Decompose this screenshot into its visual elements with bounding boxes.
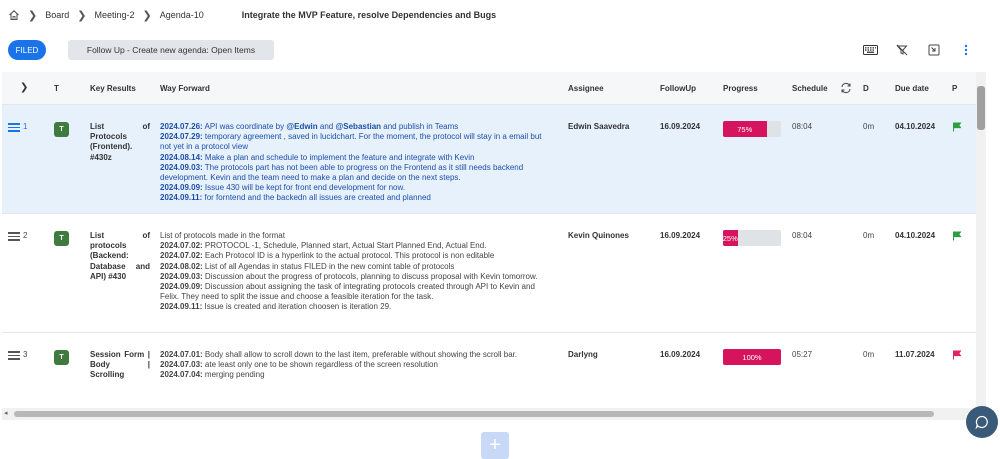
chevron-right-icon: ❯ <box>77 9 87 22</box>
expand-chevron-icon[interactable]: ❯ <box>20 82 28 93</box>
header-key-results[interactable]: Key Results <box>90 84 136 93</box>
due-date[interactable]: 04.10.2024 <box>895 122 935 131</box>
due-date[interactable]: 04.10.2024 <box>895 231 935 240</box>
schedule: 08:04 <box>792 122 813 131</box>
assignee[interactable]: Edwin Saavedra <box>568 122 629 131</box>
breadcrumb-board[interactable]: Board <box>45 10 69 20</box>
table-row[interactable]: 3 T Session Form | Body | Scrolling 2024… <box>2 333 976 408</box>
horizontal-scrollbar[interactable]: ◂ <box>2 408 976 420</box>
duration: 0m <box>863 122 875 131</box>
followup-date[interactable]: 16.09.2024 <box>660 122 700 131</box>
header-d[interactable]: D <box>863 84 869 93</box>
way-forward[interactable]: 2024.07.01: Body shall allow to scroll d… <box>160 350 554 381</box>
header-type: T <box>54 84 59 93</box>
progress-fill: 75% <box>723 121 767 137</box>
header-way-forward[interactable]: Way Forward <box>160 84 210 93</box>
breadcrumb-meeting[interactable]: Meeting-2 <box>94 10 134 20</box>
header-assignee[interactable]: Assignee <box>568 84 604 93</box>
schedule: 08:04 <box>792 231 813 240</box>
type-badge[interactable]: T <box>54 122 69 137</box>
table-row[interactable]: 1 T List of Protocols (Frontend). #430z … <box>2 105 976 214</box>
flag-icon[interactable] <box>952 231 962 241</box>
progress-fill: 25% <box>723 230 738 246</box>
filed-status-button[interactable]: FILED <box>8 40 46 60</box>
progress-bar[interactable]: 75% <box>723 121 781 137</box>
progress-bar[interactable]: 100% <box>723 349 781 365</box>
assignee[interactable]: Darlyng <box>568 350 598 359</box>
agenda-table: ❯ T Key Results Way Forward Assignee Fol… <box>2 72 976 408</box>
type-badge[interactable]: T <box>54 231 69 246</box>
home-icon[interactable] <box>8 9 20 21</box>
header-schedule[interactable]: Schedule <box>792 84 828 93</box>
chat-button[interactable] <box>966 406 998 438</box>
progress-fill: 100% <box>723 349 781 365</box>
key-result[interactable]: List of protocols (Backend: Database and… <box>90 231 150 282</box>
vertical-scroll-thumb[interactable] <box>977 86 985 130</box>
filter-off-icon[interactable] <box>894 42 910 58</box>
header-p[interactable]: P <box>952 84 957 93</box>
followup-date[interactable]: 16.09.2024 <box>660 231 700 240</box>
header-due-date[interactable]: Due date <box>895 84 929 93</box>
assignee[interactable]: Kevin Quinones <box>568 231 629 240</box>
row-number: 3 <box>23 350 28 359</box>
way-forward[interactable]: 2024.07.26: API was coordinate by @Edwin… <box>160 122 554 204</box>
duration: 0m <box>863 231 875 240</box>
schedule: 05:27 <box>792 350 813 359</box>
table-row[interactable]: 2 T List of protocols (Backend: Database… <box>2 214 976 333</box>
horizontal-scroll-thumb[interactable] <box>14 411 934 417</box>
followup-date[interactable]: 16.09.2024 <box>660 350 700 359</box>
vertical-scrollbar[interactable] <box>976 72 986 408</box>
header-progress[interactable]: Progress <box>723 84 758 93</box>
drag-handle-icon[interactable] <box>8 123 20 132</box>
exit-fullscreen-icon[interactable] <box>926 42 942 58</box>
drag-handle-icon[interactable] <box>8 351 20 360</box>
add-row-button[interactable]: + <box>481 432 509 459</box>
key-result[interactable]: Session Form | Body | Scrolling <box>90 350 150 381</box>
plus-icon: + <box>489 434 501 456</box>
refresh-icon[interactable] <box>840 82 852 96</box>
flag-icon[interactable] <box>952 122 962 132</box>
progress-bar[interactable]: 25% <box>723 230 781 246</box>
more-vertical-icon[interactable] <box>958 42 974 58</box>
header-followup[interactable]: FollowUp <box>660 84 696 93</box>
way-forward[interactable]: List of protocols made in the format 202… <box>160 231 554 313</box>
row-number: 1 <box>23 122 28 131</box>
chevron-right-icon: ❯ <box>142 9 152 22</box>
key-result[interactable]: List of Protocols (Frontend). #430z <box>90 122 150 163</box>
scroll-left-icon[interactable]: ◂ <box>4 409 8 417</box>
duration: 0m <box>863 350 875 359</box>
table-header: ❯ T Key Results Way Forward Assignee Fol… <box>2 72 976 105</box>
drag-handle-icon[interactable] <box>8 232 20 241</box>
followup-create-agenda-button[interactable]: Follow Up - Create new agenda: Open Item… <box>68 40 274 60</box>
breadcrumb-agenda[interactable]: Agenda-10 <box>160 10 204 20</box>
chat-icon <box>975 415 988 429</box>
toolbar: FILED Follow Up - Create new agenda: Ope… <box>0 38 1000 62</box>
due-date[interactable]: 11.07.2024 <box>895 350 935 359</box>
chevron-right-icon: ❯ <box>28 9 38 22</box>
keyboard-icon[interactable] <box>862 42 878 58</box>
row-number: 2 <box>23 231 28 240</box>
page-title: Integrate the MVP Feature, resolve Depen… <box>241 10 497 20</box>
type-badge[interactable]: T <box>54 350 69 365</box>
flag-icon[interactable] <box>952 350 962 360</box>
breadcrumb: ❯ Board ❯ Meeting-2 ❯ Agenda-10 Integrat… <box>0 0 1000 30</box>
